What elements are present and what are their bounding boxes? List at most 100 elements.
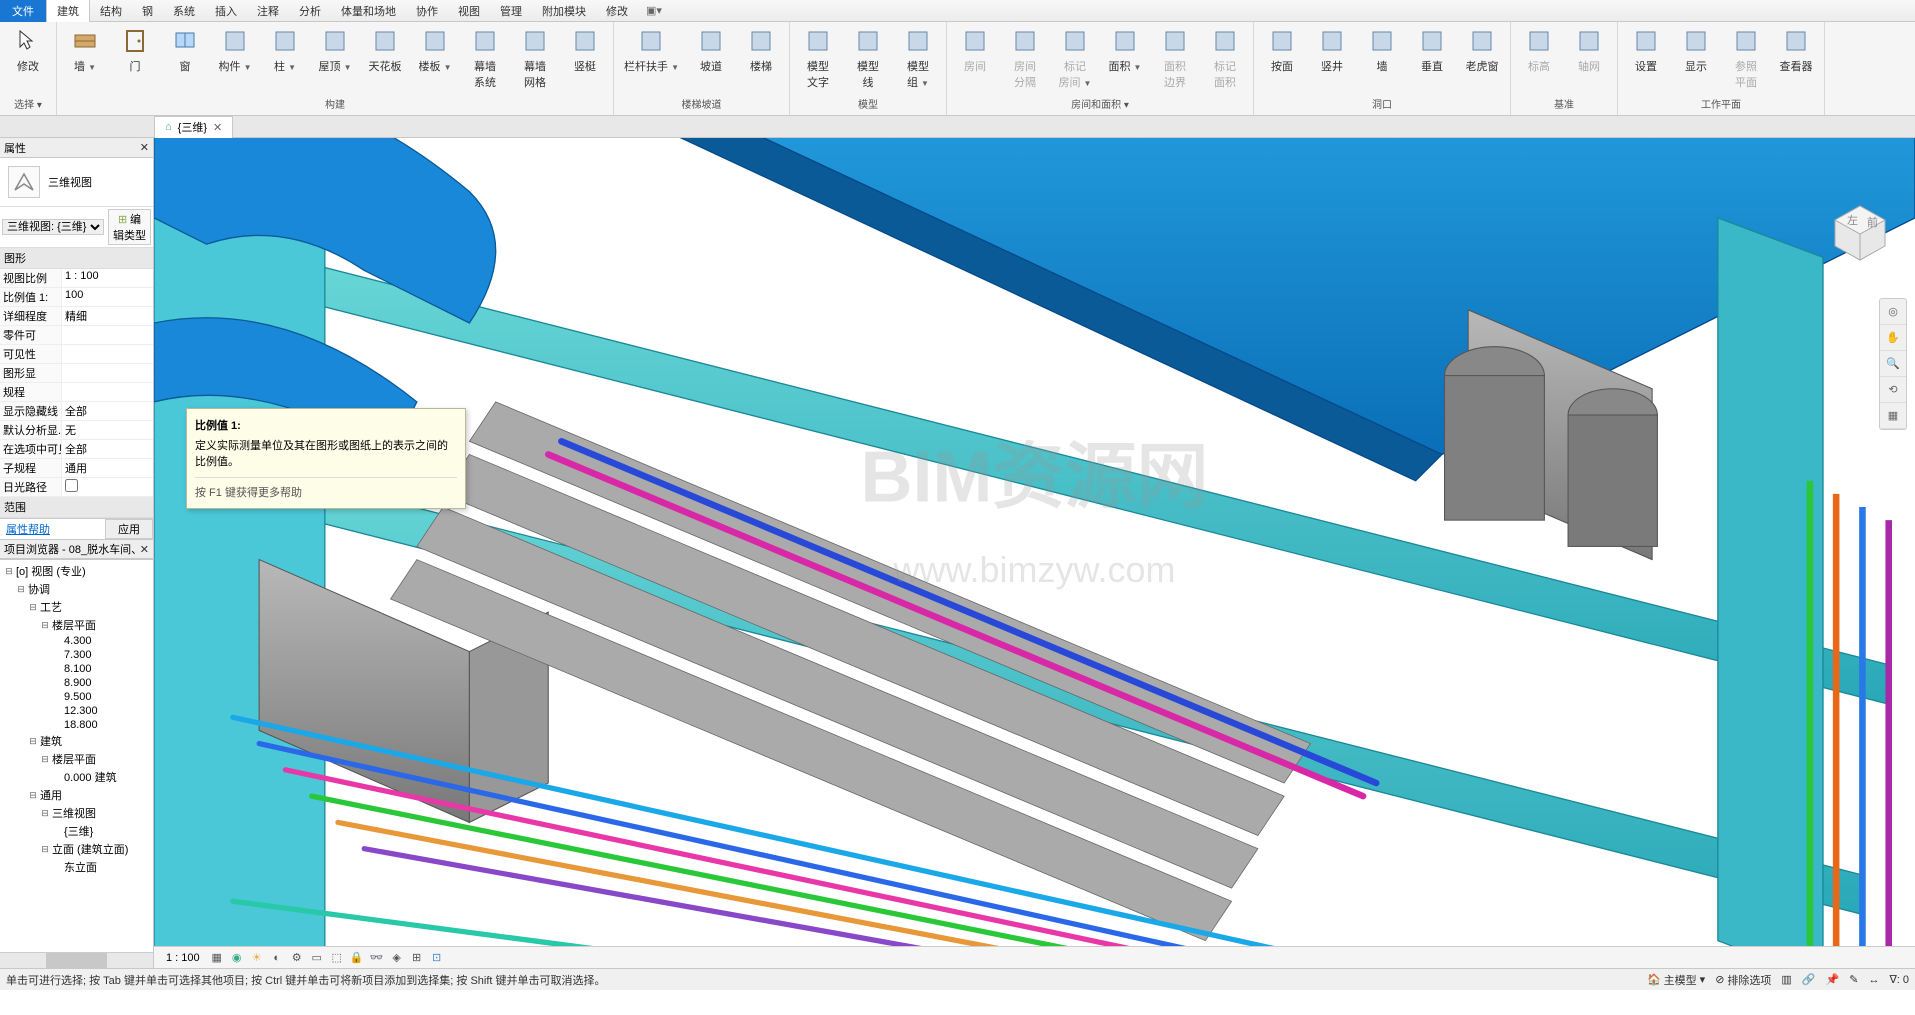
ribbon-group-button[interactable]: 模型组 ▼ <box>896 24 940 92</box>
property-value[interactable]: 通用 <box>62 459 153 477</box>
tree-node[interactable]: 东立面 <box>2 858 151 876</box>
prop-section-graphics[interactable]: 图形 <box>0 248 153 269</box>
tree-node[interactable]: 9.500 <box>2 690 151 704</box>
file-menu[interactable]: 文件 <box>0 0 46 22</box>
menu-钢[interactable]: 钢 <box>132 0 163 22</box>
property-value[interactable] <box>62 364 153 382</box>
nav-zoom-icon[interactable]: 🔍 <box>1880 351 1906 377</box>
ribbon-line-button[interactable]: 模型线 <box>846 24 890 92</box>
menu-管理[interactable]: 管理 <box>490 0 532 22</box>
ribbon-dormer-button[interactable]: 老虎窗 <box>1460 24 1504 76</box>
crop-icon[interactable]: ▭ <box>308 949 326 967</box>
menu-分析[interactable]: 分析 <box>289 0 331 22</box>
tree-node[interactable]: 4.300 <box>2 634 151 648</box>
render-icon[interactable]: ⚙ <box>288 949 306 967</box>
edit-type-button[interactable]: ⊞ 编辑类型 <box>108 209 151 245</box>
temp-hide-icon[interactable]: 👓 <box>368 949 386 967</box>
tree-node[interactable]: ⊟三维视图 <box>2 804 151 822</box>
ribbon-wallop-button[interactable]: 墙 <box>1360 24 1404 76</box>
reveal-icon[interactable]: ◈ <box>388 949 406 967</box>
tree-node[interactable]: ⊟立面 (建筑立面) <box>2 840 151 858</box>
ribbon-set-button[interactable]: 设置 <box>1624 24 1668 76</box>
menu-协作[interactable]: 协作 <box>406 0 448 22</box>
ribbon-component-button[interactable]: 构件 ▼ <box>213 24 257 76</box>
tree-toggle-icon[interactable]: ⊟ <box>40 844 50 855</box>
menu-视图[interactable]: 视图 <box>448 0 490 22</box>
property-row[interactable]: 显示隐藏线全部 <box>0 402 153 421</box>
ribbon-ramp-button[interactable]: 坡道 <box>689 24 733 76</box>
ribbon-grid-button[interactable]: 幕墙网格 <box>513 24 557 92</box>
property-row[interactable]: 比例值 1:100 <box>0 288 153 307</box>
ribbon-mullion-button[interactable]: 竖梃 <box>563 24 607 76</box>
property-row[interactable]: 图形显 <box>0 364 153 383</box>
viewcube[interactable]: 左 前 <box>1825 198 1895 268</box>
property-value[interactable]: 全部 <box>62 402 153 420</box>
tree-node[interactable]: 7.300 <box>2 648 151 662</box>
property-value[interactable]: 100 <box>62 288 153 306</box>
menu-体量和场地[interactable]: 体量和场地 <box>331 0 406 22</box>
ribbon-wall-button[interactable]: 墙 ▼ <box>63 24 107 76</box>
ribbon-column-button[interactable]: 柱 ▼ <box>263 24 307 76</box>
status-drag-icon[interactable]: ↔ <box>1868 974 1879 986</box>
property-row[interactable]: 在选项中可见全部 <box>0 440 153 459</box>
constraints-icon[interactable]: ⊡ <box>428 949 446 967</box>
view-scale[interactable]: 1 : 100 <box>160 952 206 964</box>
detail-level-icon[interactable]: ▦ <box>208 949 226 967</box>
nav-pan-icon[interactable]: ✋ <box>1880 325 1906 351</box>
ribbon-shaft-button[interactable]: 竖井 <box>1310 24 1354 76</box>
browser-scrollbar[interactable] <box>0 952 153 968</box>
properties-help-link[interactable]: 属性帮助 <box>0 519 105 539</box>
crop-region-icon[interactable]: ⬚ <box>328 949 346 967</box>
tree-node[interactable]: ⊟协调 <box>2 580 151 598</box>
ribbon-area-button[interactable]: 面积 ▼ <box>1103 24 1147 76</box>
menu-建筑[interactable]: 建筑 <box>46 0 90 22</box>
ribbon-viewer-button[interactable]: 查看器 <box>1774 24 1818 76</box>
property-value[interactable] <box>62 478 153 496</box>
property-value[interactable] <box>62 345 153 363</box>
menu-修改[interactable]: 修改 <box>596 0 638 22</box>
ribbon-cursor-button[interactable]: 修改 <box>6 24 50 76</box>
status-pin-icon[interactable]: 📌 <box>1826 973 1840 986</box>
tree-node[interactable]: 0.000 建筑 <box>2 768 151 786</box>
menu-系统[interactable]: 系统 <box>163 0 205 22</box>
tree-toggle-icon[interactable]: ⊟ <box>28 602 38 613</box>
property-value[interactable]: 全部 <box>62 440 153 458</box>
menu-附加模块[interactable]: 附加模块 <box>532 0 596 22</box>
properties-type-display[interactable]: 三维视图 <box>0 158 153 207</box>
status-editable-icon[interactable]: ✎ <box>1849 973 1858 986</box>
tree-node[interactable]: ⊟通用 <box>2 786 151 804</box>
instance-selector[interactable]: 三维视图: {三维} <box>2 219 104 235</box>
property-row[interactable]: 详细程度精细 <box>0 307 153 326</box>
status-select-icon[interactable]: ▥ <box>1781 973 1791 986</box>
tree-node[interactable]: ⊟[o] 视图 (专业) <box>2 562 151 580</box>
ribbon-stair-button[interactable]: 楼梯 <box>739 24 783 76</box>
ribbon-vert-button[interactable]: 垂直 <box>1410 24 1454 76</box>
tree-toggle-icon[interactable]: ⊟ <box>28 790 38 801</box>
property-row[interactable]: 视图比例1 : 100 <box>0 269 153 288</box>
ribbon-window-button[interactable]: 窗 <box>163 24 207 76</box>
nav-orbit-icon[interactable]: ⟲ <box>1880 377 1906 403</box>
tree-node[interactable]: ⊟工艺 <box>2 598 151 616</box>
shadow-icon[interactable]: ◐ <box>268 949 286 967</box>
visual-style-icon[interactable]: ◉ <box>228 949 246 967</box>
ribbon-overflow-icon[interactable]: ▣▾ <box>646 4 662 17</box>
tree-node[interactable]: ⊟楼层平面 <box>2 616 151 634</box>
close-icon[interactable]: ✕ <box>140 141 149 154</box>
ribbon-show-button[interactable]: 显示 <box>1674 24 1718 76</box>
nav-lookat-icon[interactable]: ▦ <box>1880 403 1906 429</box>
ribbon-ceiling-button[interactable]: 天花板 <box>363 24 407 76</box>
ribbon-text-button[interactable]: 模型文字 <box>796 24 840 92</box>
property-row[interactable]: 可见性 <box>0 345 153 364</box>
tree-toggle-icon[interactable]: ⊟ <box>40 754 50 765</box>
property-row[interactable]: 子规程通用 <box>0 459 153 478</box>
tree-toggle-icon[interactable]: ⊟ <box>4 566 14 577</box>
tree-node[interactable]: {三维} <box>2 822 151 840</box>
tree-toggle-icon[interactable]: ⊟ <box>28 736 38 747</box>
property-value[interactable]: 无 <box>62 421 153 439</box>
tree-node[interactable]: 12.300 <box>2 704 151 718</box>
menu-结构[interactable]: 结构 <box>90 0 132 22</box>
tree-node[interactable]: 8.900 <box>2 676 151 690</box>
ribbon-roof-button[interactable]: 屋顶 ▼ <box>313 24 357 76</box>
menu-插入[interactable]: 插入 <box>205 0 247 22</box>
nav-wheel-icon[interactable]: ◎ <box>1880 299 1906 325</box>
